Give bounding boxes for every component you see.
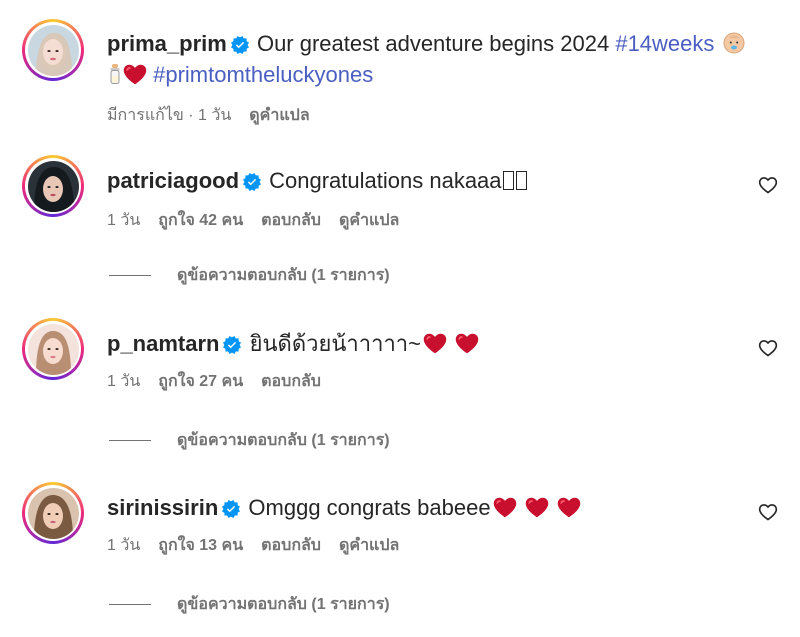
post-username[interactable]: prima_prim (107, 31, 227, 56)
reply-button[interactable]: ตอบกลับ (261, 533, 321, 558)
view-replies-label[interactable]: ดูข้อความตอบกลับ (1 รายการ) (177, 263, 390, 288)
comment-time[interactable]: 1 วัน (107, 533, 140, 558)
verified-badge-icon (231, 36, 249, 54)
avatar-image (27, 160, 79, 212)
hashtag-link[interactable]: #primtomtheluckyones (153, 62, 373, 87)
comment-username[interactable]: p_namtarn (107, 331, 219, 356)
avatar-image (27, 323, 79, 375)
avatar[interactable] (22, 482, 84, 544)
heart-outline-icon[interactable] (758, 502, 778, 522)
comment-username[interactable]: patriciagood (107, 168, 239, 193)
likes-count[interactable]: ถูกใจ 42 คน (158, 208, 243, 233)
heart-emoji-icon (423, 333, 447, 354)
view-replies-label[interactable]: ดูข้อความตอบกลับ (1 รายการ) (177, 428, 390, 453)
replies-divider (109, 604, 151, 605)
verified-badge-icon (222, 500, 240, 518)
comment-text: ยินดีด้วยน้าาาาา~ (249, 331, 422, 356)
replies-divider (109, 275, 151, 276)
heart-emoji-icon (557, 497, 581, 518)
post-caption-text: Our greatest adventure begins 2024 (256, 31, 610, 56)
translate-link[interactable]: ดูคำแปล (249, 103, 309, 128)
comment-text: Congratulations nakaaa (269, 168, 502, 193)
avatar-image (27, 24, 79, 76)
comment-time[interactable]: 1 วัน (107, 208, 140, 233)
view-replies-button[interactable]: ดูข้อความตอบกลับ (1 รายการ) (109, 428, 390, 453)
comments-panel: prima_prim Our greatest adventure begins… (0, 0, 800, 637)
heart-emoji-icon (493, 497, 517, 518)
avatar-image (27, 487, 79, 539)
reply-button[interactable]: ตอบกลับ (261, 208, 321, 233)
view-replies-button[interactable]: ดูข้อความตอบกลับ (1 รายการ) (109, 592, 390, 617)
avatar[interactable] (22, 155, 84, 217)
replies-divider (109, 440, 151, 441)
view-replies-button[interactable]: ดูข้อความตอบกลับ (1 รายการ) (109, 263, 390, 288)
reply-button[interactable]: ตอบกลับ (261, 369, 321, 394)
translate-link[interactable]: ดูคำแปล (339, 208, 399, 233)
comment-time[interactable]: 1 วัน (107, 369, 140, 394)
heart-emoji-icon (455, 333, 479, 354)
translate-link[interactable]: ดูคำแปล (339, 533, 399, 558)
baby-bottle-emoji-icon (110, 64, 120, 84)
unsupported-emoji-boxes (502, 167, 527, 198)
comment-text: Omggg congrats babeee (248, 495, 491, 520)
avatar[interactable] (22, 19, 84, 81)
hashtag-link[interactable]: #14weeks (615, 31, 714, 56)
post-edited-time: มีการแก้ไข · 1 วัน (107, 107, 232, 124)
heart-emoji-icon (525, 497, 549, 518)
likes-count[interactable]: ถูกใจ 27 คน (158, 369, 243, 394)
heart-emoji-icon (123, 64, 147, 85)
heart-outline-icon[interactable] (758, 175, 778, 195)
likes-count[interactable]: ถูกใจ 13 คน (158, 533, 243, 558)
view-replies-label[interactable]: ดูข้อความตอบกลับ (1 รายการ) (177, 592, 390, 617)
heart-outline-icon[interactable] (758, 338, 778, 358)
verified-badge-icon (223, 336, 241, 354)
baby-emoji-icon (723, 32, 745, 54)
comment-username[interactable]: sirinissirin (107, 495, 218, 520)
avatar[interactable] (22, 318, 84, 380)
verified-badge-icon (243, 173, 261, 191)
